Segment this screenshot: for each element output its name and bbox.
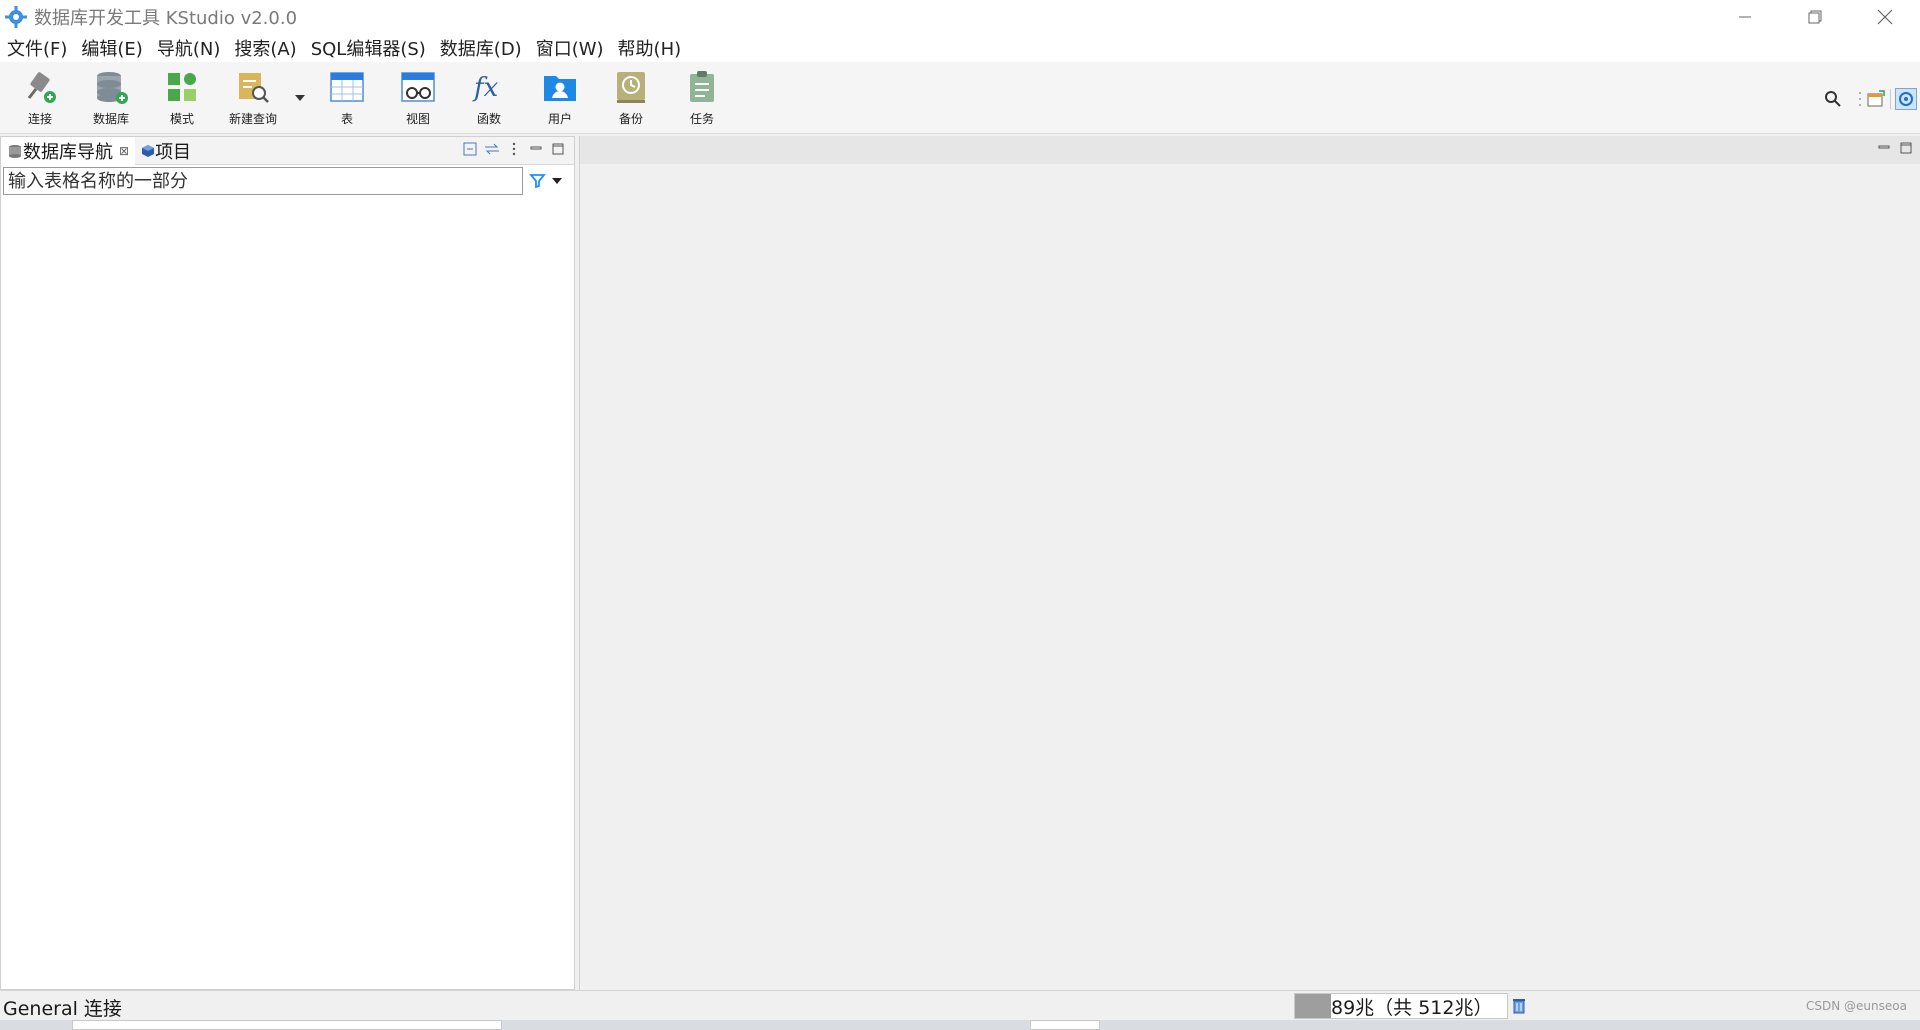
heap-usage-bar — [1295, 994, 1331, 1018]
heap-text: 89兆（共 512兆） — [1331, 996, 1493, 1019]
taskbar-strip — [0, 1020, 1920, 1030]
new-query-button[interactable]: 新建查询 — [220, 68, 286, 130]
backup-clock-icon — [617, 72, 645, 103]
toolbar-separator-icon — [1859, 92, 1861, 106]
minimize-editor-icon[interactable] — [1878, 142, 1890, 154]
schema-grid-icon — [168, 73, 196, 101]
view-menu-icon[interactable] — [506, 141, 522, 157]
menu-search[interactable]: 搜索(A) — [227, 35, 303, 61]
user-folder-icon — [544, 76, 576, 101]
minimize-icon — [1739, 16, 1751, 18]
link-with-editor-icon[interactable] — [484, 141, 500, 157]
connect-label: 连接 — [27, 112, 52, 126]
table-filter-input[interactable] — [3, 167, 523, 195]
menu-navigate[interactable]: 导航(N) — [150, 35, 228, 61]
database-label: 数据库 — [92, 112, 129, 126]
menu-database[interactable]: 数据库(D) — [433, 35, 529, 61]
open-perspective-icon[interactable] — [1866, 89, 1886, 109]
schema-button[interactable]: 模式 — [149, 68, 215, 130]
backup-label: 备份 — [618, 112, 643, 126]
filter-row — [1, 165, 574, 195]
tab-database-navigator[interactable]: 数据库导航 ⊠ — [1, 136, 136, 165]
tab-project-label: 项目 — [155, 141, 192, 163]
collapse-all-icon[interactable] — [462, 141, 478, 157]
main-toolbar: 连接 数据库 模式 新建查询 表 视图 fx 函数 用户 备份 任务 — [0, 62, 1920, 134]
search-icon[interactable] — [1824, 90, 1842, 108]
maximize-panel-icon[interactable] — [550, 141, 566, 157]
task-label: 任务 — [689, 112, 714, 126]
close-button[interactable] — [1850, 0, 1920, 34]
taskbar-item — [72, 1020, 502, 1030]
new-query-label: 新建查询 — [228, 112, 277, 126]
navigator-tab-bar: 数据库导航 ⊠ 项目 — [1, 136, 574, 165]
heap-status: 89兆（共 512兆） — [1294, 993, 1508, 1019]
title-bar: 数据库开发工具 KStudio v2.0.0 — [0, 0, 1920, 34]
minimize-panel-icon[interactable] — [528, 141, 544, 157]
plug-connect-icon — [27, 72, 56, 103]
database-perspective-icon[interactable] — [1895, 88, 1917, 110]
task-clipboard-icon — [690, 71, 714, 102]
database-add-icon — [97, 72, 128, 104]
project-cube-icon — [142, 144, 155, 157]
filter-icon[interactable] — [529, 172, 547, 190]
view-button[interactable]: 视图 — [385, 68, 451, 130]
filter-dropdown-icon[interactable] — [549, 173, 565, 189]
schema-label: 模式 — [169, 112, 194, 126]
watermark: CSDN @eunseoa — [1806, 999, 1907, 1013]
navigator-actions — [462, 141, 566, 157]
menu-file[interactable]: 文件(F) — [0, 35, 74, 61]
taskbar-item — [1030, 1020, 1100, 1030]
database-button[interactable]: 数据库 — [78, 68, 144, 130]
svg-text:fx: fx — [472, 73, 499, 103]
table-label: 表 — [340, 112, 353, 126]
connection-status: General 连接 — [3, 998, 122, 1020]
tab-database-navigator-label: 数据库导航 — [23, 141, 113, 163]
table-icon — [330, 72, 364, 102]
run-gc-trash-icon[interactable] — [1510, 997, 1528, 1015]
new-query-icon — [239, 73, 269, 103]
tab-project[interactable]: 项目 — [135, 137, 197, 165]
toolbar-divider — [1890, 89, 1891, 109]
close-icon — [1877, 9, 1893, 25]
minimize-button[interactable] — [1710, 0, 1780, 34]
menu-edit[interactable]: 编辑(E) — [74, 35, 149, 61]
function-icon: fx — [472, 73, 499, 103]
restore-button[interactable] — [1780, 0, 1850, 34]
view-icon — [401, 72, 435, 102]
app-gear-icon — [5, 6, 27, 28]
menu-window[interactable]: 窗口(W) — [529, 35, 611, 61]
table-button[interactable]: 表 — [314, 68, 380, 130]
backup-button[interactable]: 备份 — [598, 68, 664, 130]
user-label: 用户 — [547, 112, 572, 126]
connect-button[interactable]: 连接 — [7, 68, 73, 130]
function-button[interactable]: fx 函数 — [456, 68, 522, 130]
view-label: 视图 — [405, 112, 430, 126]
user-button[interactable]: 用户 — [527, 68, 593, 130]
editor-area — [579, 136, 1920, 990]
editor-header — [580, 136, 1920, 164]
database-navigator-icon — [9, 144, 21, 158]
status-bar: General 连接 89兆（共 512兆） CSDN @eunseoa — [0, 990, 1920, 1020]
menu-bar: 文件(F) 编辑(E) 导航(N) 搜索(A) SQL编辑器(S) 数据库(D)… — [0, 34, 1920, 62]
window-title: 数据库开发工具 KStudio v2.0.0 — [34, 8, 298, 29]
close-tab-icon[interactable]: ⊠ — [119, 144, 129, 158]
menu-sql-editor[interactable]: SQL编辑器(S) — [304, 35, 433, 61]
new-query-dropdown-icon[interactable] — [292, 90, 308, 106]
task-button[interactable]: 任务 — [669, 68, 735, 130]
restore-icon — [1808, 10, 1822, 24]
database-navigator-panel: 数据库导航 ⊠ 项目 — [0, 136, 575, 990]
maximize-editor-icon[interactable] — [1900, 142, 1912, 154]
menu-help[interactable]: 帮助(H) — [611, 35, 689, 61]
function-label: 函数 — [476, 112, 501, 126]
